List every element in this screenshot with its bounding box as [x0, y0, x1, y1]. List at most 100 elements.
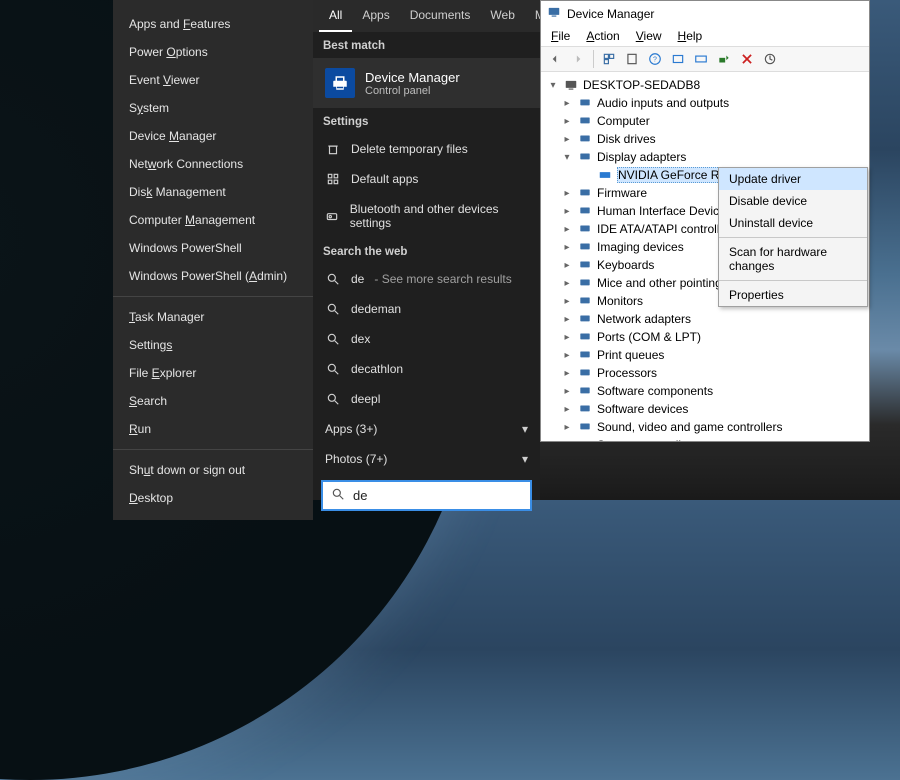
tree-root[interactable]: ▾DESKTOP-SEDADB8 [547, 76, 867, 94]
expand-icon[interactable]: ▸ [561, 98, 573, 109]
separator [719, 237, 867, 238]
settings-result[interactable]: Default apps [313, 164, 540, 194]
web-result-first[interactable]: de - See more search results [313, 264, 540, 294]
refresh-button[interactable] [668, 49, 688, 69]
tree-category[interactable]: ▸Audio inputs and outputs [547, 94, 867, 112]
winx-item[interactable]: Event Viewer [113, 66, 313, 94]
settings-result[interactable]: Bluetooth and other devices settings [313, 194, 540, 238]
help-button[interactable]: ? [645, 49, 665, 69]
expand-icon[interactable]: ▸ [561, 188, 573, 199]
properties-button[interactable] [622, 49, 642, 69]
winx-item[interactable]: Windows PowerShell (Admin) [113, 262, 313, 290]
winx-item[interactable]: Device Manager [113, 122, 313, 150]
expand-icon[interactable]: ▸ [561, 116, 573, 127]
separator [113, 449, 313, 450]
back-button[interactable] [545, 49, 565, 69]
winx-item[interactable]: Disk Management [113, 178, 313, 206]
expand-icon[interactable]: ▸ [561, 350, 573, 361]
web-result[interactable]: deepl [313, 384, 540, 414]
tree-category[interactable]: ▸ Network adapters [547, 310, 867, 328]
best-match-result[interactable]: Device Manager Control panel [313, 58, 540, 108]
settings-result[interactable]: Delete temporary files [313, 134, 540, 164]
expand-icon[interactable]: ▸ [561, 332, 573, 343]
tree-category[interactable]: ▸Ports (COM & LPT) [547, 328, 867, 346]
expand-icon[interactable]: ▾ [547, 80, 559, 91]
expand-icon[interactable]: ▸ [561, 206, 573, 217]
search-input[interactable] [353, 488, 522, 503]
show-hidden-button[interactable] [599, 49, 619, 69]
uninstall-button[interactable] [737, 49, 757, 69]
update-driver-button[interactable] [714, 49, 734, 69]
settings-result-label: Delete temporary files [351, 142, 468, 156]
winx-item[interactable]: Settings [113, 331, 313, 359]
web-result[interactable]: dex [313, 324, 540, 354]
search-tab[interactable]: Web [480, 0, 524, 32]
search-tab[interactable]: Documents [400, 0, 481, 32]
disable-button[interactable] [760, 49, 780, 69]
expand-icon[interactable]: ▸ [561, 260, 573, 271]
tree-category[interactable]: ▾Display adapters [547, 148, 867, 166]
scan-button[interactable] [691, 49, 711, 69]
start-search-panel: AllAppsDocumentsWebMore Best match Devic… [313, 0, 540, 500]
tree-category[interactable]: ▸Software components [547, 382, 867, 400]
web-result[interactable]: decathlon [313, 354, 540, 384]
title-bar[interactable]: Device Manager [541, 1, 869, 26]
device-category-icon [577, 311, 593, 327]
winx-menu: Apps and FeaturesPower OptionsEvent View… [113, 0, 313, 520]
winx-item[interactable]: Run [113, 415, 313, 443]
trash-icon [325, 142, 341, 156]
expand-icon[interactable]: ▸ [561, 296, 573, 307]
winx-item[interactable]: Search [113, 387, 313, 415]
tree-category[interactable]: ▸Processors [547, 364, 867, 382]
winx-item[interactable]: File Explorer [113, 359, 313, 387]
winx-item[interactable]: Apps and Features [113, 10, 313, 38]
menu-item[interactable]: File [545, 28, 576, 44]
photos-collapsed[interactable]: Photos (7+) ▾ [313, 444, 540, 474]
expand-icon[interactable]: ▸ [561, 440, 573, 442]
search-input-box[interactable] [321, 480, 532, 511]
winx-item[interactable]: System [113, 94, 313, 122]
forward-button[interactable] [568, 49, 588, 69]
web-result-label: dex [351, 332, 370, 346]
device-category-icon [577, 149, 593, 165]
winx-item[interactable]: Shut down or sign out [113, 456, 313, 484]
menu-item[interactable]: Help [672, 28, 709, 44]
expand-icon[interactable]: ▸ [561, 242, 573, 253]
search-tab[interactable]: Apps [352, 0, 399, 32]
tree-category[interactable]: ▸Print queues [547, 346, 867, 364]
expand-icon[interactable]: ▸ [561, 368, 573, 379]
winx-item[interactable]: Computer Management [113, 206, 313, 234]
winx-item[interactable]: Task Manager [113, 303, 313, 331]
tree-category[interactable]: ▸Storage controllers [547, 436, 867, 441]
menu-item[interactable]: View [630, 28, 668, 44]
tree-category[interactable]: ▸Software devices [547, 400, 867, 418]
menu-item[interactable]: Action [580, 28, 625, 44]
expand-icon[interactable]: ▸ [561, 422, 573, 433]
context-menu-item[interactable]: Uninstall device [719, 212, 867, 234]
tree-category[interactable]: ▸Computer [547, 112, 867, 130]
apps-collapsed[interactable]: Apps (3+) ▾ [313, 414, 540, 444]
winx-item[interactable]: Windows PowerShell [113, 234, 313, 262]
winx-item[interactable]: Power Options [113, 38, 313, 66]
expand-icon[interactable]: ▸ [561, 278, 573, 289]
context-menu-item[interactable]: Scan for hardware changes [719, 241, 867, 277]
tree-category[interactable]: ▸Disk drives [547, 130, 867, 148]
context-menu-item[interactable]: Properties [719, 284, 867, 306]
winx-item[interactable]: Desktop [113, 484, 313, 512]
expand-icon[interactable]: ▾ [561, 152, 573, 163]
winx-item[interactable]: Network Connections [113, 150, 313, 178]
expand-icon[interactable]: ▸ [561, 224, 573, 235]
separator [113, 296, 313, 297]
expand-icon[interactable]: ▸ [561, 404, 573, 415]
context-menu-item[interactable]: Update driver [719, 168, 867, 190]
expand-icon[interactable]: ▸ [561, 134, 573, 145]
search-tab[interactable]: All [319, 0, 352, 32]
context-menu-item[interactable]: Disable device [719, 190, 867, 212]
expand-icon[interactable]: ▸ [561, 386, 573, 397]
tree-category-label: Network adapters [597, 312, 691, 326]
web-result[interactable]: dedeman [313, 294, 540, 324]
expand-icon[interactable]: ▸ [561, 314, 573, 325]
best-match-subtitle: Control panel [365, 85, 460, 97]
computer-icon [563, 77, 579, 93]
tree-category[interactable]: ▸Sound, video and game controllers [547, 418, 867, 436]
